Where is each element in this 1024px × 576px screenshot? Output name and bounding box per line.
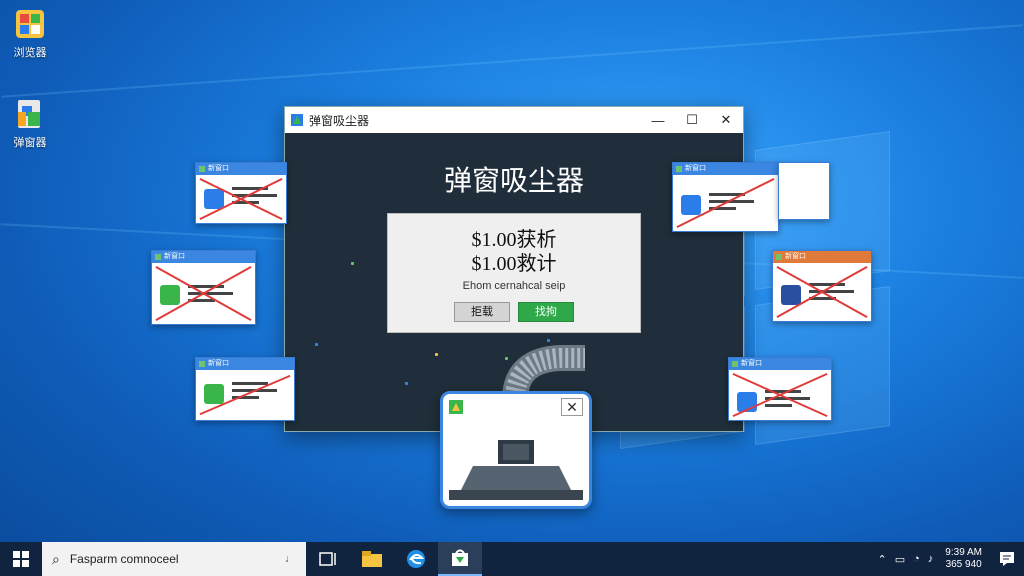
volume-icon[interactable]: ♪ (928, 553, 934, 565)
payment-dialog: $1.00获析 $1.00救计 Ehom cernahcal seip 拒载 找… (387, 213, 641, 333)
maximize-button[interactable]: ☐ (675, 107, 709, 133)
particle (435, 353, 438, 356)
app-icon (14, 98, 46, 130)
popup-title: 新窗口 (196, 163, 286, 175)
red-x-icon (676, 178, 775, 228)
chevron-up-icon[interactable]: ⌃ (878, 553, 887, 566)
network-icon[interactable]: ▭ (895, 553, 905, 566)
light-beam (1, 24, 1023, 98)
clock[interactable]: 9:39 AM 365 940 (945, 547, 982, 571)
popup-title: 新窗口 (729, 358, 831, 370)
red-x-icon (732, 372, 828, 418)
clock-time: 9:39 AM (945, 547, 982, 558)
vacuum-nozzle-icon (449, 440, 583, 500)
particle (351, 262, 354, 265)
desktop-icon-label: 浏览器 (13, 47, 47, 59)
app-logo-icon (291, 114, 303, 126)
popup-window[interactable]: 新窗口 (151, 250, 256, 325)
popup-window[interactable]: 新窗口 (195, 357, 295, 421)
particle (405, 382, 408, 385)
windows-logo-icon (13, 551, 29, 567)
price-line-2: $1.00救计 (471, 253, 557, 275)
popup-window[interactable]: 新窗口 (728, 357, 832, 421)
edge-icon[interactable] (394, 542, 438, 576)
wifi-icon[interactable]: ◔ (913, 553, 920, 565)
close-button[interactable]: ✕ (561, 398, 583, 416)
cancel-button[interactable]: 拒载 (454, 302, 510, 322)
notification-icon[interactable] (990, 551, 1024, 567)
popup-window[interactable]: 新窗口 (772, 250, 872, 322)
taskbar: ⌕ Fasparm comnoceel ♩ ⌃ ▭ ◔ ♪ 9:39 AM 36… (0, 542, 1024, 576)
popup-title: 新窗口 (773, 251, 871, 263)
red-x-icon (199, 374, 291, 416)
particle (315, 343, 318, 346)
store-icon[interactable] (438, 542, 482, 576)
main-window-titlebar[interactable]: 弹窗吸尘器 — ☐ ✕ (285, 107, 743, 133)
window-title: 弹窗吸尘器 (309, 113, 370, 128)
system-tray: ⌃ ▭ ◔ ♪ 9:39 AM 365 940 (874, 542, 1024, 576)
popup-window[interactable]: 新窗口 (195, 162, 287, 224)
microphone-icon[interactable]: ♩ (285, 553, 296, 565)
task-view-icon[interactable] (306, 542, 350, 576)
popup-title: 新窗口 (673, 163, 778, 175)
red-x-icon (199, 177, 283, 221)
app-logo-icon (449, 400, 463, 414)
search-text: Fasparm comnoceel (69, 552, 179, 566)
desktop-icon-app[interactable]: 弹窗器 (2, 98, 58, 150)
price-line-1: $1.00获析 (471, 229, 557, 251)
vacuum-window-titlebar: ✕ (443, 394, 589, 420)
browser-icon (14, 8, 46, 40)
ok-button[interactable]: 找拘 (518, 302, 574, 322)
vacuum-window[interactable]: ✕ (440, 391, 592, 509)
search-box[interactable]: ⌕ Fasparm comnoceel ♩ (42, 542, 306, 576)
file-explorer-icon[interactable] (350, 542, 394, 576)
popup-title: 新窗口 (152, 251, 255, 263)
popup-window-background[interactable] (778, 162, 830, 220)
start-button[interactable] (0, 542, 42, 576)
red-x-icon (155, 266, 252, 321)
desktop-icon-browser[interactable]: 浏览器 (2, 8, 58, 60)
desktop-icon-label: 弹窗器 (13, 137, 47, 149)
close-button[interactable]: ✕ (709, 107, 743, 133)
clock-date: 365 940 (945, 559, 982, 570)
minimize-button[interactable]: — (641, 107, 675, 133)
popup-title: 新窗口 (196, 358, 294, 370)
red-x-icon (776, 266, 868, 318)
search-icon: ⌕ (52, 550, 60, 567)
popup-window[interactable]: 新窗口 (672, 162, 779, 232)
dialog-description: Ehom cernahcal seip (462, 280, 566, 292)
